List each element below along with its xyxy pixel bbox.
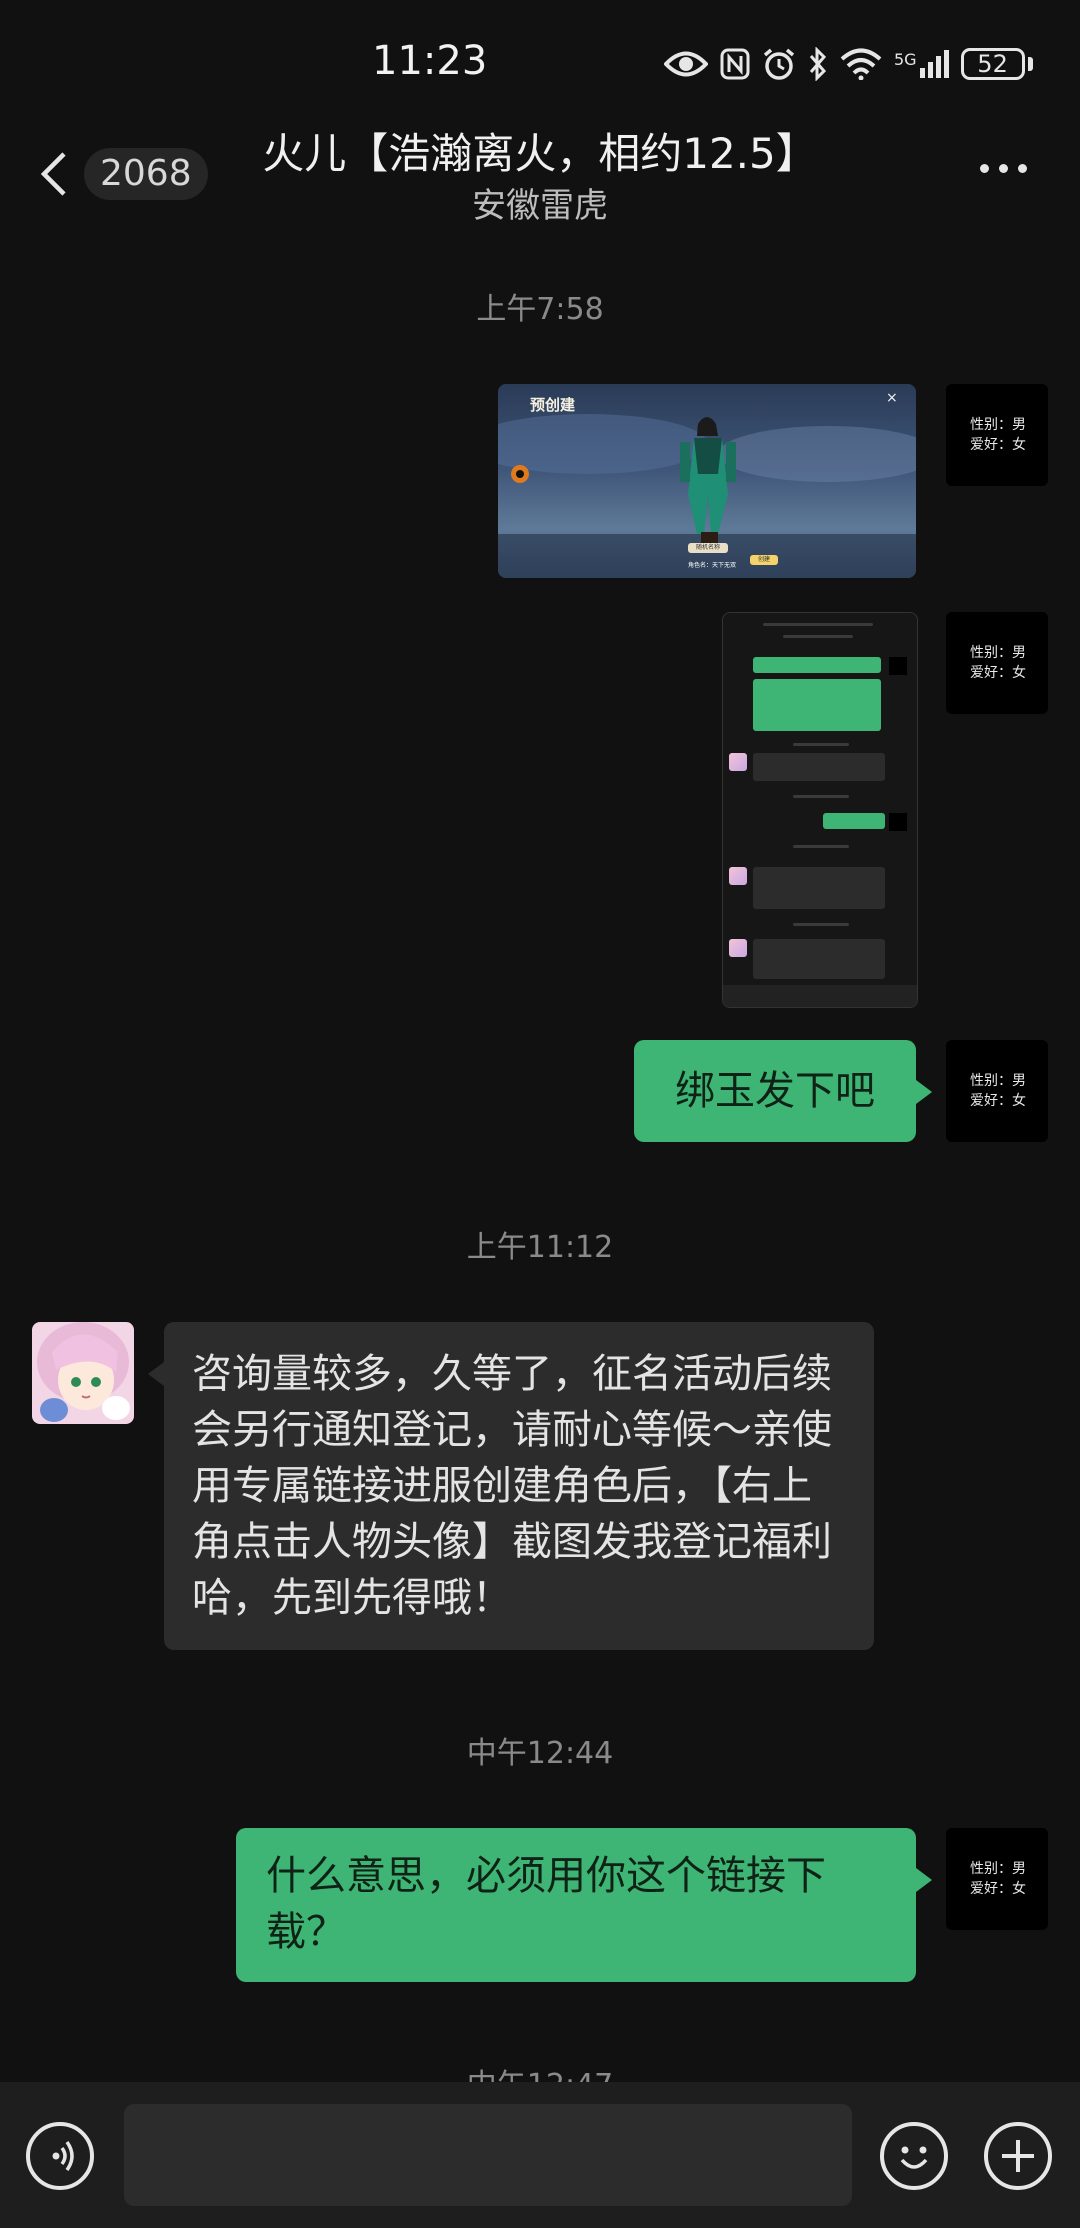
status-time: 11:23 bbox=[372, 38, 488, 84]
image-message-chat-screenshot[interactable] bbox=[722, 612, 918, 1008]
network-type: 5G bbox=[894, 50, 917, 69]
anime-avatar-image bbox=[32, 1322, 134, 1424]
avatar-gender-text: 性别：男 bbox=[970, 417, 1026, 433]
game-label: 预创建 bbox=[530, 396, 576, 414]
chat-title[interactable]: 火儿【浩瀚离火，相约12.5】 bbox=[140, 120, 940, 181]
message-text: 什么意思，必须用你这个链接下载？ bbox=[266, 1853, 826, 1955]
chat-subtitle: 安徽雷虎 bbox=[472, 186, 608, 226]
mini-avatar bbox=[889, 813, 907, 831]
svg-text:×: × bbox=[886, 390, 898, 406]
mini-bubble bbox=[753, 657, 881, 673]
more-options-icon[interactable] bbox=[980, 164, 1027, 173]
bluetooth-icon bbox=[809, 47, 827, 81]
image-message-game[interactable]: × 预创建 随机名称 创建 角色名：天下无双 bbox=[498, 384, 916, 578]
avatar-hobby-text: 爱好：女 bbox=[970, 437, 1026, 453]
voice-icon bbox=[52, 2140, 74, 2172]
message-text: 咨询量较多，久等了，征名活动后续会另行通知登记，请耐心等候～亲使用专属链接进服创… bbox=[192, 1351, 832, 1621]
message-input[interactable] bbox=[124, 2104, 852, 2206]
random-name-button: 随机名称 bbox=[695, 544, 720, 551]
wifi-icon bbox=[840, 48, 882, 80]
mini-bubble bbox=[753, 679, 881, 731]
nfc-icon bbox=[720, 48, 750, 80]
avatar-self[interactable]: 性别：男 爱好：女 bbox=[946, 612, 1048, 714]
battery-tip bbox=[1027, 57, 1033, 71]
mini-avatar bbox=[889, 657, 907, 675]
status-icons: 5G 52 bbox=[664, 44, 1033, 84]
battery-level: 52 bbox=[977, 50, 1008, 78]
plus-button[interactable] bbox=[984, 2122, 1052, 2190]
create-button: 创建 bbox=[757, 556, 770, 563]
timestamp: 中午12:44 bbox=[466, 1736, 614, 1771]
back-icon[interactable] bbox=[38, 150, 68, 198]
mini-timestamp bbox=[793, 743, 849, 746]
avatar-gender-text: 性别：男 bbox=[970, 1861, 1026, 1877]
role-name-caption: 角色名：天下无双 bbox=[688, 562, 737, 569]
timestamp: 上午11:12 bbox=[466, 1230, 614, 1265]
mini-bubble bbox=[753, 867, 885, 909]
avatar-self[interactable]: 性别：男 爱好：女 bbox=[946, 1828, 1048, 1930]
mini-bubble bbox=[823, 813, 885, 829]
mini-header-sub bbox=[783, 635, 853, 638]
plus-icon bbox=[1002, 2140, 1034, 2172]
avatar-hobby-text: 爱好：女 bbox=[970, 1093, 1026, 1109]
emoji-icon bbox=[900, 2146, 928, 2169]
alarm-icon bbox=[763, 48, 795, 80]
avatar-hobby-text: 爱好：女 bbox=[970, 665, 1026, 681]
battery-icon: 52 bbox=[960, 48, 1025, 80]
message-bubble-sent[interactable]: 绑玉发下吧 bbox=[634, 1040, 932, 1142]
mini-header bbox=[763, 623, 873, 626]
message-text: 绑玉发下吧 bbox=[675, 1068, 875, 1114]
message-bubble-received[interactable]: 咨询量较多，久等了，征名活动后续会另行通知登记，请耐心等候～亲使用专属链接进服创… bbox=[148, 1322, 874, 1650]
emoji-button[interactable] bbox=[880, 2122, 948, 2190]
avatar-gender-text: 性别：男 bbox=[970, 645, 1026, 661]
mini-bubble bbox=[753, 939, 885, 979]
timestamp: 上午7:58 bbox=[476, 292, 604, 327]
mini-bubble bbox=[753, 753, 885, 781]
mini-timestamp bbox=[793, 923, 849, 926]
message-bubble-sent[interactable]: 什么意思，必须用你这个链接下载？ bbox=[236, 1828, 932, 1982]
avatar-hobby-text: 爱好：女 bbox=[970, 1881, 1026, 1897]
mini-avatar bbox=[729, 867, 747, 885]
mini-input-bar bbox=[723, 985, 917, 1007]
mini-avatar bbox=[729, 939, 747, 957]
avatar-self[interactable]: 性别：男 爱好：女 bbox=[946, 1040, 1048, 1142]
signal-icon: 5G bbox=[894, 50, 949, 78]
mini-timestamp bbox=[793, 845, 849, 848]
voice-input-button[interactable] bbox=[26, 2122, 94, 2190]
avatar-gender-text: 性别：男 bbox=[970, 1073, 1026, 1089]
eye-icon bbox=[664, 51, 708, 77]
mini-avatar bbox=[729, 753, 747, 771]
avatar-contact[interactable] bbox=[32, 1322, 134, 1424]
avatar-self[interactable]: 性别：男 爱好：女 bbox=[946, 384, 1048, 486]
mini-timestamp bbox=[793, 795, 849, 798]
